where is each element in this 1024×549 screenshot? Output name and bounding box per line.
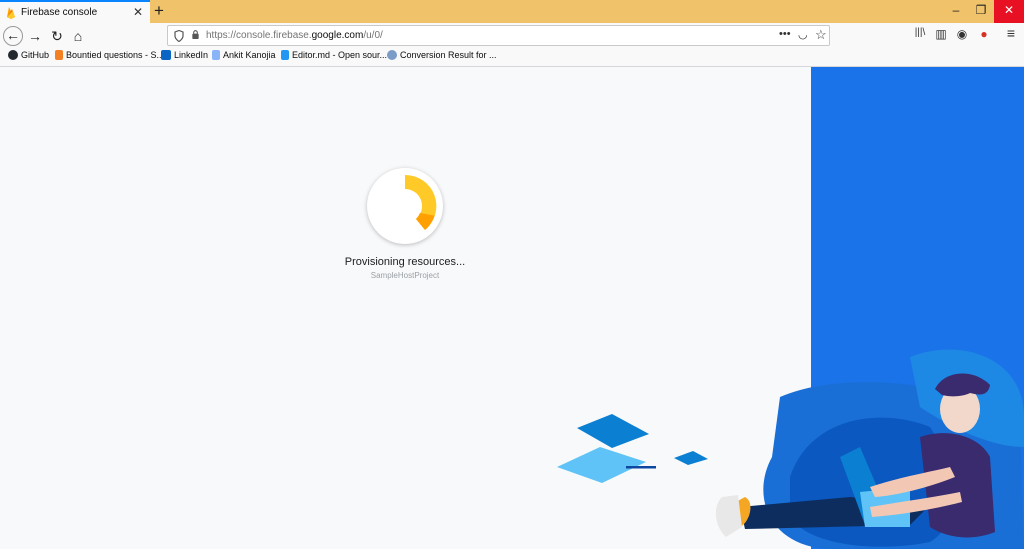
bookmark-star-icon[interactable]: ☆ xyxy=(815,27,827,43)
person-icon xyxy=(212,50,220,60)
maximize-button[interactable]: ❐ xyxy=(970,0,992,23)
sidebar-icon[interactable]: ▥ xyxy=(933,27,949,41)
close-tab-icon[interactable]: ✕ xyxy=(133,5,143,19)
navigation-toolbar: ← → ↻ ⌂ https://console.firebase.google.… xyxy=(0,23,1024,48)
close-window-button[interactable]: ✕ xyxy=(994,0,1024,23)
pen-shape xyxy=(626,466,656,469)
bookmark-conversion-result[interactable]: Conversion Result for ... xyxy=(387,50,497,60)
title-bar: Firebase console ✕ + – ❐ ✕ xyxy=(0,0,1024,23)
tracking-shield-icon[interactable] xyxy=(174,30,184,42)
menu-icon[interactable]: ≡ xyxy=(1003,25,1019,41)
bookmark-github[interactable]: GitHub xyxy=(8,50,49,60)
tab-firebase-console[interactable]: Firebase console ✕ xyxy=(0,0,150,23)
developer-illustration xyxy=(557,349,1024,549)
bookmarks-toolbar: GitHub Bountied questions - S... LinkedI… xyxy=(0,48,1024,67)
firebase-icon xyxy=(7,7,15,19)
pocket-icon[interactable]: ◡ xyxy=(798,28,808,41)
url-text[interactable]: https://console.firebase.google.com/u/0/ xyxy=(206,30,383,41)
spinner-arc xyxy=(405,174,437,230)
conversion-icon xyxy=(387,50,397,60)
paper-shape xyxy=(577,414,649,448)
back-button[interactable]: ← xyxy=(3,26,23,46)
loading-spinner xyxy=(367,168,443,244)
project-name: SampleHostProject xyxy=(370,271,440,280)
minimize-button[interactable]: – xyxy=(945,0,967,23)
lock-icon[interactable] xyxy=(191,30,200,39)
stackoverflow-icon xyxy=(55,50,63,60)
provisioning-status: Provisioning resources... xyxy=(344,256,466,268)
linkedin-icon xyxy=(161,50,171,60)
paper-shape xyxy=(674,451,708,465)
page-content: Provisioning resources... SampleHostProj… xyxy=(0,67,1024,549)
github-icon xyxy=(8,50,18,60)
address-bar[interactable]: https://console.firebase.google.com/u/0/… xyxy=(167,25,830,46)
bookmark-editor-md[interactable]: Editor.md - Open sour... xyxy=(281,50,387,60)
library-icon[interactable]: |||\ xyxy=(912,27,928,38)
tab-title: Firebase console xyxy=(21,7,98,18)
extension-icon[interactable]: ● xyxy=(976,27,992,41)
bookmark-linkedin[interactable]: LinkedIn xyxy=(161,50,208,60)
bookmark-bountied-questions[interactable]: Bountied questions - S... xyxy=(55,50,164,60)
editor-icon xyxy=(281,50,289,60)
paper-shape xyxy=(557,447,646,483)
account-icon[interactable]: ◉ xyxy=(954,27,970,41)
new-tab-button[interactable]: + xyxy=(154,1,164,21)
forward-button[interactable]: → xyxy=(25,26,45,46)
home-button[interactable]: ⌂ xyxy=(68,26,88,46)
reload-button[interactable]: ↻ xyxy=(47,26,67,46)
bookmark-ankit-kanojia[interactable]: Ankit Kanojia xyxy=(212,50,276,60)
page-actions-icon[interactable]: ••• xyxy=(779,28,791,40)
